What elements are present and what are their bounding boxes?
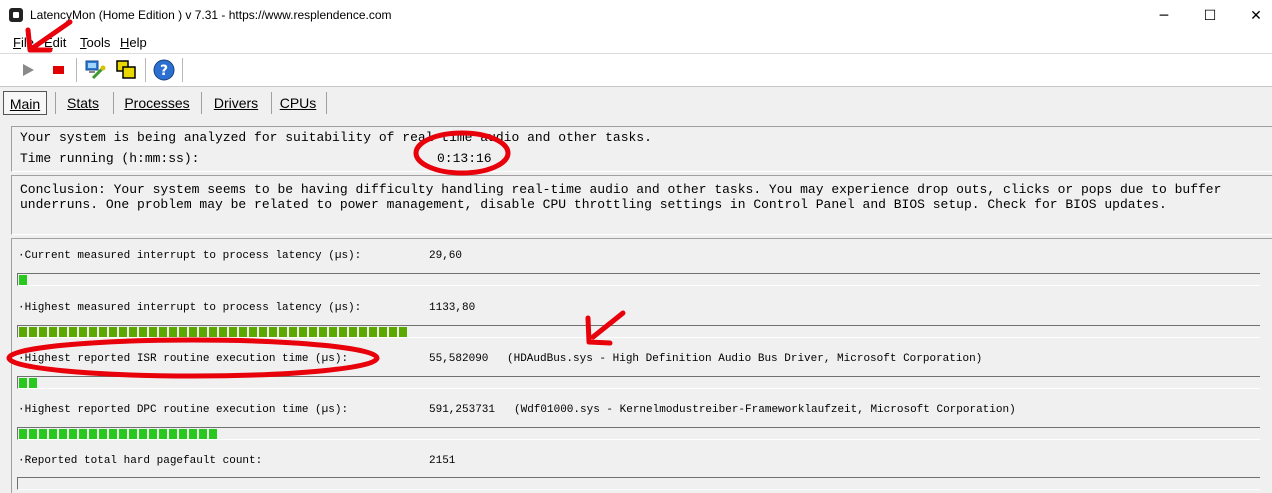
latency-bar-fill [19, 275, 29, 285]
app-icon [9, 8, 23, 22]
pagefault-bar [17, 477, 1260, 490]
stat-label: ·Highest reported DPC routine execution … [18, 404, 349, 416]
stat-value: 55,582090 [429, 353, 489, 365]
isr-bar [17, 376, 1260, 389]
stat-label: ·Reported total hard pagefault count: [18, 455, 263, 467]
toolbar-separator [145, 58, 146, 82]
tab-stats[interactable]: Stats [60, 91, 106, 115]
latency-bar [17, 273, 1260, 286]
maximize-button[interactable]: ☐ [1187, 0, 1233, 32]
tab-drivers[interactable]: Drivers [206, 91, 266, 115]
stat-label: ·Highest measured interrupt to process l… [18, 302, 362, 314]
minimize-button[interactable]: ─ [1141, 0, 1187, 32]
close-button[interactable]: ✕ [1233, 0, 1272, 32]
tab-separator [55, 92, 56, 114]
conclusion-panel: Conclusion: Your system seems to be havi… [11, 175, 1272, 235]
tab-separator [326, 92, 327, 114]
stat-value: 2151 [429, 455, 456, 467]
svg-text:?: ? [160, 63, 168, 79]
tab-cpus[interactable]: CPUs [276, 91, 320, 115]
conclusion-line-1: Conclusion: Your system seems to be havi… [20, 182, 1222, 197]
tab-separator [201, 92, 202, 114]
stat-value: 1133,80 [429, 302, 476, 314]
toolbar-separator [182, 58, 183, 82]
analyzing-text: Your system is being analyzed for suitab… [20, 130, 652, 145]
window-title: LatencyMon (Home Edition ) v 7.31 - http… [30, 8, 392, 22]
latency-bar-fill [19, 327, 409, 337]
stat-detail: (Wdf01000.sys - Kernelmodustreiber-Frame… [514, 404, 1016, 416]
latency-bar [17, 325, 1260, 338]
tab-separator [113, 92, 114, 114]
menu-edit[interactable]: Edit [44, 35, 66, 50]
time-running-value: 0:13:16 [437, 151, 492, 166]
toolbar-separator [76, 58, 77, 82]
menu-help[interactable]: Help [120, 35, 147, 50]
windows-icon[interactable] [114, 58, 138, 82]
status-panel: Your system is being analyzed for suitab… [11, 126, 1272, 172]
conclusion-line-2: underruns. One problem may be related to… [20, 197, 1167, 212]
tab-bar: Main Stats Processes Drivers CPUs [0, 88, 1272, 118]
stat-detail: (HDAudBus.sys - High Definition Audio Bu… [507, 353, 983, 365]
tab-main[interactable]: Main [3, 91, 47, 115]
tab-processes[interactable]: Processes [118, 91, 196, 115]
isr-bar-fill [19, 378, 39, 388]
stat-value: 591,253731 [429, 404, 496, 416]
menu-bar: File Edit Tools Help [0, 32, 1272, 54]
stat-label: ·Current measured interrupt to process l… [18, 250, 362, 262]
help-icon[interactable]: ? [152, 58, 176, 82]
stat-value: 29,60 [429, 250, 463, 262]
time-running-label: Time running (h:mm:ss): [20, 151, 200, 166]
tab-separator [271, 92, 272, 114]
play-icon[interactable] [16, 58, 40, 82]
menu-tools[interactable]: Tools [80, 35, 110, 50]
dpc-bar-fill [19, 429, 219, 439]
title-bar: LatencyMon (Home Edition ) v 7.31 - http… [0, 0, 1272, 32]
network-tool-icon[interactable] [83, 58, 107, 82]
menu-file[interactable]: File [13, 35, 34, 50]
toolbar: ? [0, 54, 1272, 87]
dpc-bar [17, 427, 1260, 440]
stat-label: ·Highest reported ISR routine execution … [18, 353, 349, 365]
stop-icon[interactable] [46, 58, 70, 82]
